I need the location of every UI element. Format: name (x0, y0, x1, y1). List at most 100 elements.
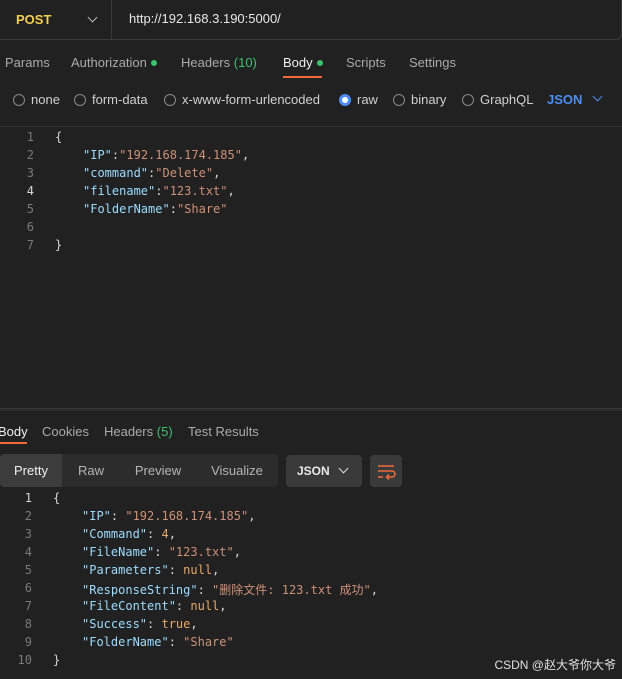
tab-settings-label: Settings (409, 55, 456, 70)
radio-circle-icon (13, 93, 25, 106)
wrap-lines-icon (378, 465, 396, 481)
json-comma: , (168, 527, 176, 541)
radio-raw[interactable]: raw (339, 92, 378, 107)
code-text: "IP": "192.168.174.185", (82, 509, 255, 523)
chevron-down-icon (87, 12, 98, 23)
line-number: 3 (24, 527, 32, 541)
json-sep: : (175, 599, 191, 613)
json-value: 4 (161, 527, 169, 541)
status-dot-icon (316, 59, 323, 66)
line-number: 3 (26, 166, 34, 180)
json-comma: , (248, 509, 256, 523)
radio-form-data[interactable]: form-data (74, 92, 148, 107)
code-line: 6 (0, 220, 622, 238)
wrap-lines-button[interactable] (370, 455, 402, 487)
json-comma: , (241, 148, 250, 162)
tab-settings[interactable]: Settings (409, 55, 456, 70)
json-comma: , (213, 166, 221, 180)
radio-circle-icon (462, 93, 474, 106)
code-text: "Parameters": null, (82, 563, 219, 577)
radio-binary[interactable]: binary (393, 92, 446, 107)
json-key: "Success" (82, 617, 148, 631)
json-sep: : (197, 583, 213, 597)
tab-response-headers[interactable]: Headers (5) (104, 424, 173, 439)
json-value: true (161, 617, 191, 631)
response-format-select[interactable]: JSON (286, 455, 362, 487)
json-sep: : (154, 545, 169, 559)
json-value: "192.168.174.185" (125, 509, 249, 523)
tab-authorization[interactable]: Authorization (71, 55, 157, 70)
line-number: 1 (24, 491, 32, 505)
view-raw-button[interactable]: Raw (62, 454, 120, 487)
tab-scripts[interactable]: Scripts (346, 55, 386, 70)
radio-x-www-form-urlencoded[interactable]: x-www-form-urlencoded (164, 92, 320, 107)
radio-form-data-label: form-data (92, 92, 148, 107)
tab-test-results[interactable]: Test Results (188, 424, 259, 439)
code-text: "FileName": "123.txt", (82, 545, 241, 559)
body-type-selector: none form-data x-www-form-urlencoded raw… (0, 88, 622, 110)
json-comma: , (227, 184, 235, 198)
tab-response-body[interactable]: Body (0, 424, 28, 439)
json-comma: , (190, 617, 198, 631)
response-view-bar: Pretty Raw Preview Visualize JSON (0, 454, 622, 488)
tab-body[interactable]: Body (283, 55, 323, 70)
method-select[interactable]: POST (0, 0, 112, 39)
json-value: null (190, 599, 220, 613)
radio-selected-icon (339, 93, 351, 106)
json-key: "Command" (82, 527, 148, 541)
tab-params-label: Params (5, 55, 50, 70)
line-number: 9 (24, 635, 32, 649)
json-comma: , (219, 599, 227, 613)
code-text: { (53, 491, 61, 505)
json-key: "Parameters" (82, 563, 169, 577)
json-value: "Share" (183, 635, 234, 649)
code-line: 5 "Parameters": null, (0, 563, 622, 581)
view-pretty-button[interactable]: Pretty (0, 454, 62, 487)
line-number: 2 (24, 509, 32, 523)
code-line: 4 "filename":"123.txt", (0, 184, 622, 202)
tab-response-body-label: Body (0, 424, 28, 439)
chevron-down-icon (338, 463, 349, 474)
code-text: "FolderName": "Share" (82, 635, 234, 649)
tab-cookies[interactable]: Cookies (42, 424, 89, 439)
json-sep: : (169, 202, 177, 216)
line-number: 7 (24, 599, 32, 613)
json-value: "123.txt" (162, 184, 228, 198)
tab-body-label: Body (283, 55, 313, 70)
line-number: 4 (26, 184, 34, 198)
watermark: CSDN @赵大爷你大爷 (494, 658, 616, 672)
code-text: "Command": 4, (82, 527, 176, 541)
json-key: "IP" (83, 148, 112, 162)
json-key: "FolderName" (83, 202, 170, 216)
method-label: POST (16, 12, 52, 27)
line-number: 6 (26, 220, 34, 234)
tab-params[interactable]: Params (5, 55, 50, 70)
json-value: "Share" (176, 202, 228, 216)
tab-headers[interactable]: Headers (10) (181, 55, 257, 70)
line-number: 4 (24, 545, 32, 559)
line-number: 6 (24, 581, 32, 595)
view-visualize-button[interactable]: Visualize (196, 454, 278, 487)
json-sep: : (168, 563, 184, 577)
url-input[interactable]: http://192.168.3.190:5000/ (129, 11, 281, 26)
response-body-viewer[interactable]: 1 { 2 "IP": "192.168.174.185", 3 "Command":… (0, 490, 622, 679)
json-key: "FolderName" (82, 635, 169, 649)
json-key: "FileName" (82, 545, 155, 559)
line-number: 1 (26, 130, 34, 144)
line-number: 2 (26, 148, 34, 162)
radio-graphql[interactable]: GraphQL (462, 92, 533, 107)
line-number: 8 (24, 617, 32, 631)
radio-circle-icon (74, 93, 86, 106)
response-format-label: JSON (297, 464, 330, 478)
tab-headers-label: Headers (181, 55, 231, 70)
pane-resize-handle[interactable] (0, 408, 622, 411)
request-body-editor[interactable]: 1{ 2 "IP":"192.168.174.185", 3 "command":"… (0, 126, 622, 408)
radio-none[interactable]: none (13, 92, 60, 107)
view-preview-button[interactable]: Preview (120, 454, 196, 487)
code-line: 5 "FolderName":"Share" (0, 202, 622, 220)
json-key: "ResponseString" (82, 583, 198, 597)
code-text: "FileContent": null, (82, 599, 227, 613)
body-format-select[interactable]: JSON (547, 92, 582, 107)
json-key: "filename" (83, 184, 156, 198)
active-tab-indicator (0, 442, 27, 444)
